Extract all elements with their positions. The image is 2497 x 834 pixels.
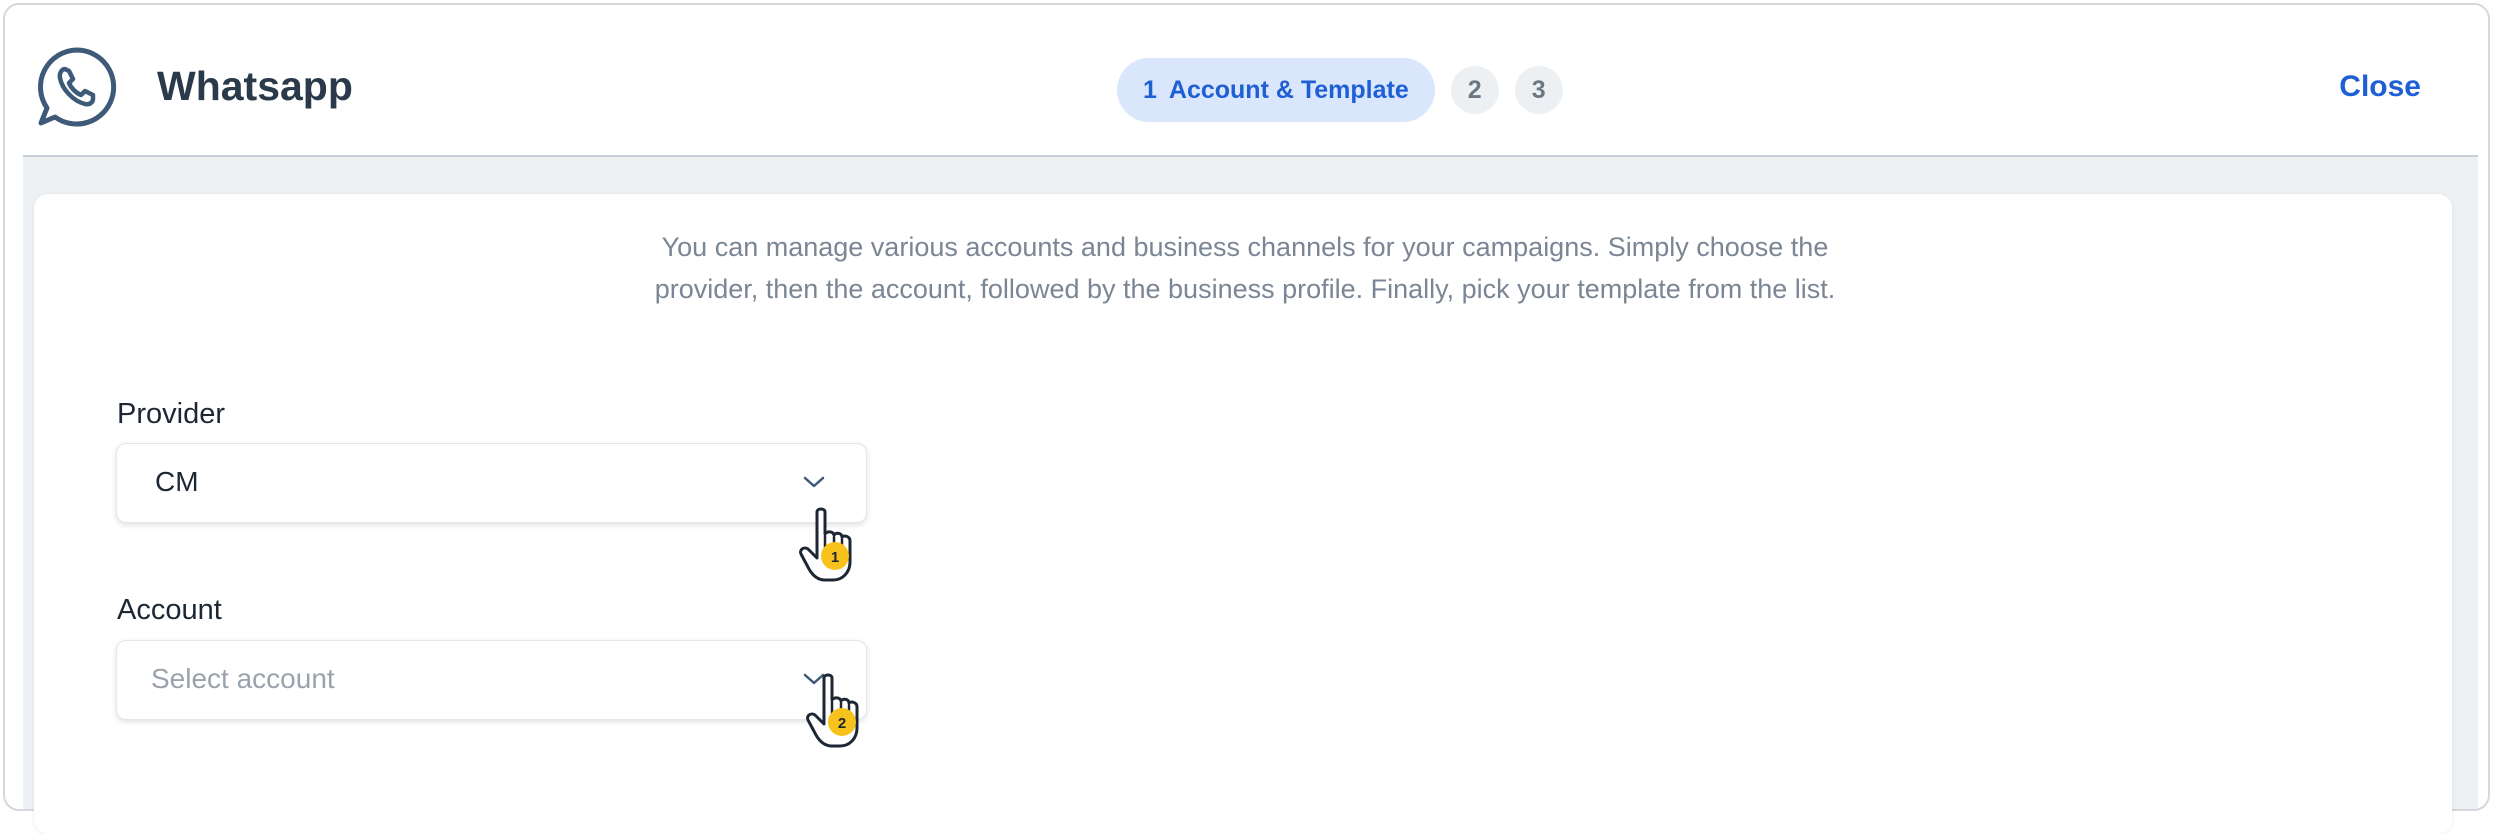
hand-cursor-icon: 2 [806,673,859,748]
close-button[interactable]: Close [2339,70,2421,104]
step-2[interactable]: 2 [1450,66,1499,114]
account-label: Account [117,594,222,626]
chevron-down-icon [803,476,825,488]
account-placeholder: Select account [151,663,335,694]
stepper: 1 Account & Template 2 3 [1117,57,1563,123]
step-number: 1 [1143,75,1157,104]
page-title: Whatsapp [157,63,353,109]
modal-header: Whatsapp 1 Account & Template 2 3 Close [5,5,2488,155]
hand-cursor-icon: 1 [799,507,852,582]
provider-label: Provider [117,398,225,430]
step-3[interactable]: 3 [1514,66,1563,114]
provider-selected-value: CM [155,466,199,497]
step-label: Account & Template [1168,75,1409,104]
step-1-account-template[interactable]: 1 Account & Template [1117,58,1435,122]
annotation-badge-2: 2 [838,715,846,732]
whatsapp-phone-icon [38,47,117,127]
annotation-badge-1: 1 [831,549,839,566]
provider-select[interactable]: CM [116,443,867,523]
intro-text: You can manage various accounts and busi… [654,232,1836,304]
account-select[interactable]: Select account [116,640,867,720]
